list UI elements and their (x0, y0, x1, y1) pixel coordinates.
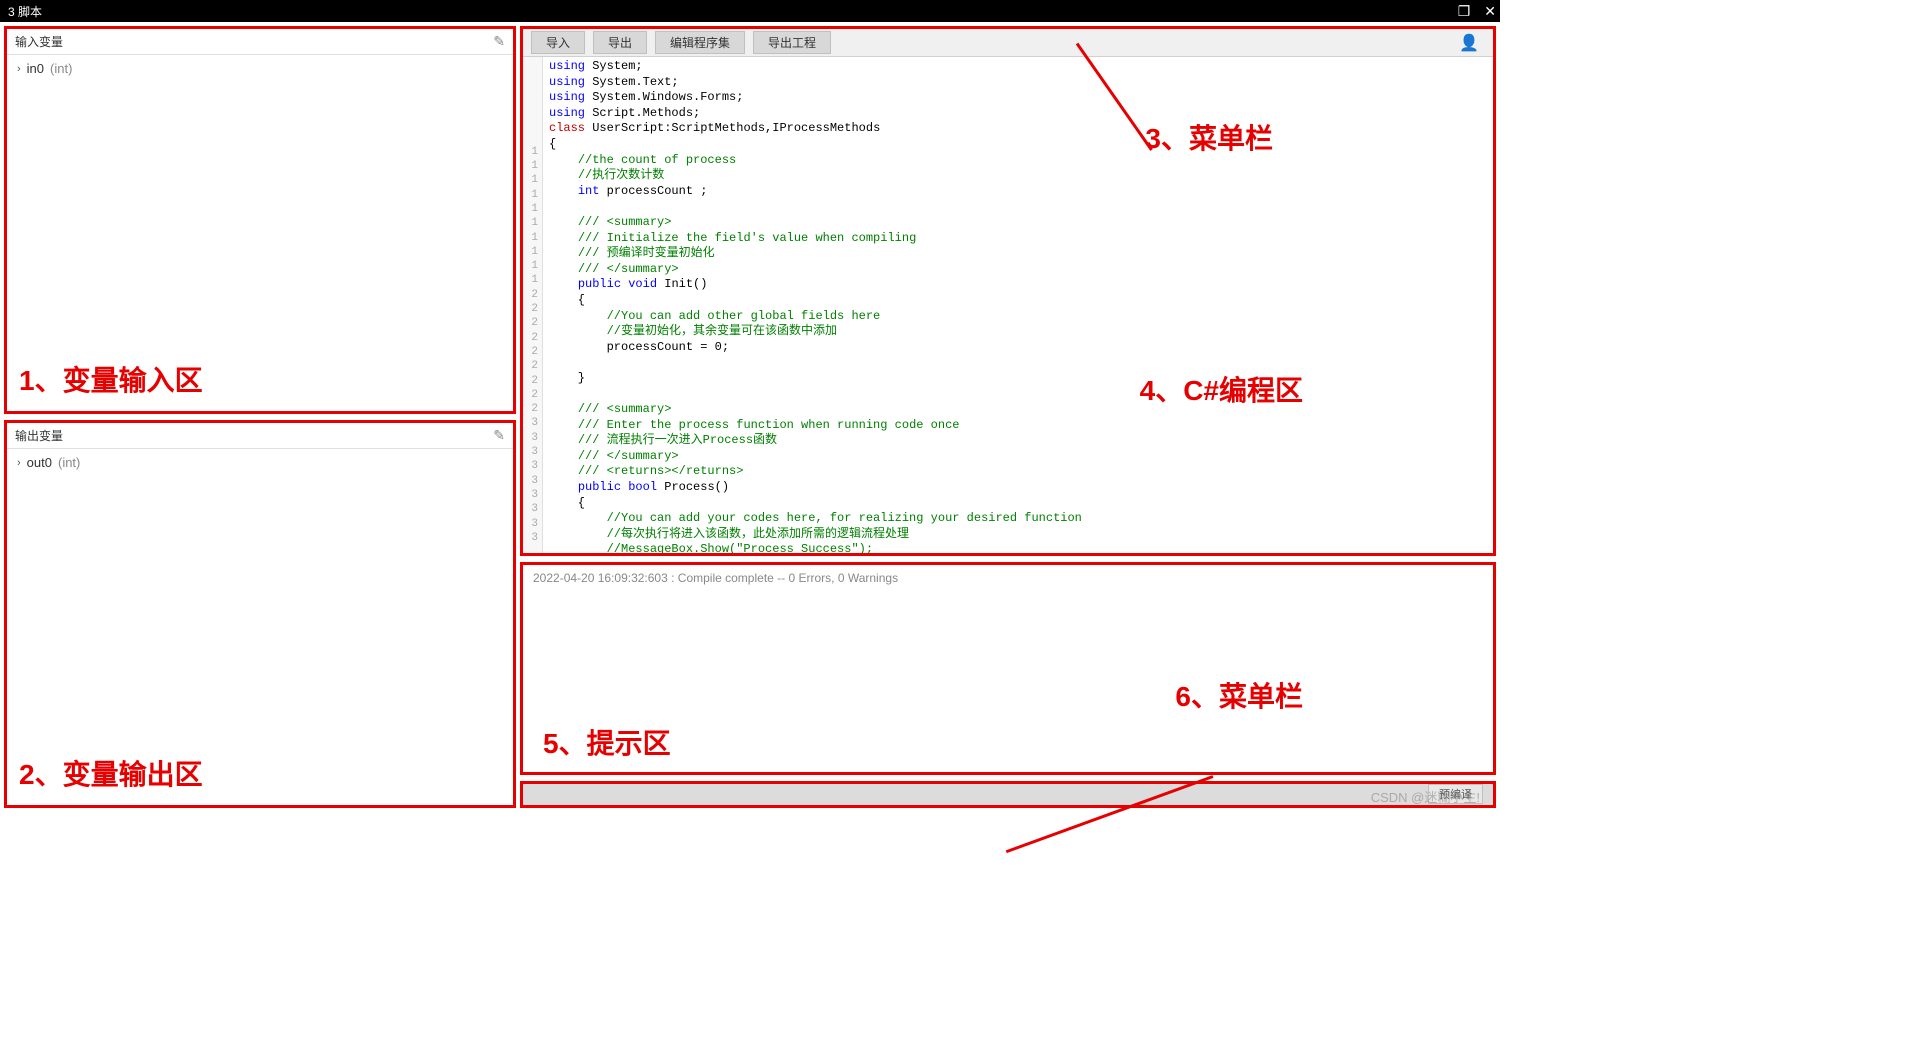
code-editor-panel: 导入 导出 编辑程序集 导出工程 👤 1 1 1 1 1 1 1 1 1 1 2… (520, 26, 1496, 556)
chevron-right-icon: › (17, 63, 21, 75)
output-variables-panel: 输出变量 ✎ › out0 (int) 2、变量输出区 (4, 420, 516, 808)
window-controls: ❐ ✕ (1458, 3, 1496, 20)
close-icon[interactable]: ✕ (1484, 3, 1496, 20)
code-area[interactable]: 1 1 1 1 1 1 1 1 1 1 2 2 2 2 2 2 2 2 2 3 … (523, 57, 1493, 553)
precompile-button[interactable]: 预编译 (1428, 784, 1483, 804)
variable-row[interactable]: › in0 (int) (7, 55, 513, 82)
variable-type: (int) (58, 455, 80, 470)
restore-icon[interactable]: ❐ (1458, 3, 1471, 20)
user-icon[interactable]: 👤 (1459, 33, 1479, 53)
output-panel-title: 输出变量 (15, 427, 63, 444)
console-output-panel: 2022-04-20 16:09:32:603 : Compile comple… (520, 562, 1496, 774)
annotation-2: 2、变量输出区 (19, 753, 203, 793)
annotation-6: 6、菜单栏 (1175, 675, 1303, 715)
menu-export-project-button[interactable]: 导出工程 (753, 31, 831, 54)
variable-type: (int) (50, 61, 72, 76)
variable-name: in0 (27, 61, 44, 76)
annotation-1: 1、变量输入区 (19, 359, 203, 399)
window-titlebar: 3 脚本 ❐ ✕ (0, 0, 1500, 22)
annotation-5: 5、提示区 (543, 722, 671, 762)
bottom-menubar: 预编译 (520, 781, 1496, 808)
menu-export-button[interactable]: 导出 (593, 31, 647, 54)
input-variables-panel: 输入变量 ✎ › in0 (int) 1、变量输入区 (4, 26, 516, 414)
code-body[interactable]: using System; using System.Text; using S… (543, 57, 1493, 553)
menubar: 导入 导出 编辑程序集 导出工程 👤 (523, 29, 1493, 57)
variable-name: out0 (27, 455, 52, 470)
chevron-right-icon: › (17, 457, 21, 469)
pencil-icon[interactable]: ✎ (493, 427, 505, 444)
menu-import-button[interactable]: 导入 (531, 31, 585, 54)
input-panel-title: 输入变量 (15, 33, 63, 50)
pencil-icon[interactable]: ✎ (493, 33, 505, 50)
variable-row[interactable]: › out0 (int) (7, 449, 513, 476)
window-title: 3 脚本 (8, 3, 42, 20)
line-gutter: 1 1 1 1 1 1 1 1 1 1 2 2 2 2 2 2 2 2 2 3 … (523, 57, 543, 553)
menu-edit-assembly-button[interactable]: 编辑程序集 (655, 31, 745, 54)
console-message: 2022-04-20 16:09:32:603 : Compile comple… (523, 565, 1493, 591)
